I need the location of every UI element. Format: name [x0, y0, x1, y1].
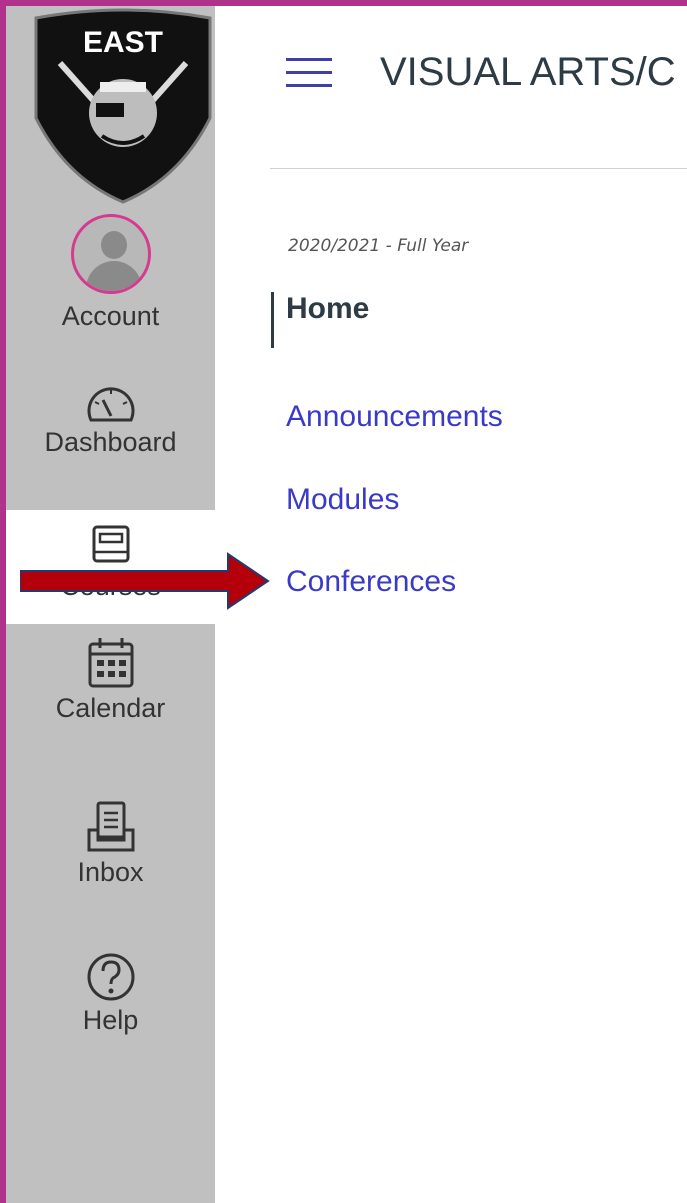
current-page-indicator — [271, 292, 274, 348]
course-nav-home[interactable]: Home — [286, 292, 369, 326]
nav-account-label: Account — [61, 301, 160, 331]
header-divider — [270, 168, 687, 169]
help-icon — [87, 953, 134, 1001]
avatar — [70, 214, 151, 294]
nav-inbox-label: Inbox — [77, 857, 144, 887]
speedometer-icon — [87, 387, 134, 422]
arrow-annotation-icon — [20, 552, 270, 610]
course-nav-modules[interactable]: Modules — [286, 483, 399, 517]
nav-help[interactable]: Help — [6, 952, 215, 1036]
inbox-icon — [87, 801, 134, 852]
hamburger-line-icon — [286, 84, 332, 87]
app-frame: EAST Account Dashboard Cours — [0, 0, 687, 1203]
course-term: 2020/2021 - Full Year — [288, 236, 469, 256]
hamburger-line-icon — [286, 71, 332, 74]
nav-account[interactable]: Account — [6, 214, 215, 332]
course-title[interactable]: VISUAL ARTS/C — [380, 50, 687, 95]
course-nav-conferences[interactable]: Conferences — [286, 565, 456, 599]
calendar-icon — [88, 638, 133, 688]
nav-dashboard[interactable]: Dashboard — [6, 382, 215, 458]
nav-inbox[interactable]: Inbox — [6, 800, 215, 888]
east-raiders-logo[interactable]: EAST — [30, 8, 216, 204]
logo-text: EAST — [83, 26, 163, 59]
hamburger-line-icon — [286, 58, 332, 61]
course-nav-announcements[interactable]: Announcements — [286, 400, 503, 434]
course-menu-toggle[interactable] — [286, 58, 332, 94]
main-content — [215, 6, 687, 1203]
nav-help-label: Help — [82, 1005, 139, 1035]
nav-calendar[interactable]: Calendar — [6, 636, 215, 724]
nav-dashboard-label: Dashboard — [44, 427, 177, 457]
nav-calendar-label: Calendar — [55, 693, 166, 723]
